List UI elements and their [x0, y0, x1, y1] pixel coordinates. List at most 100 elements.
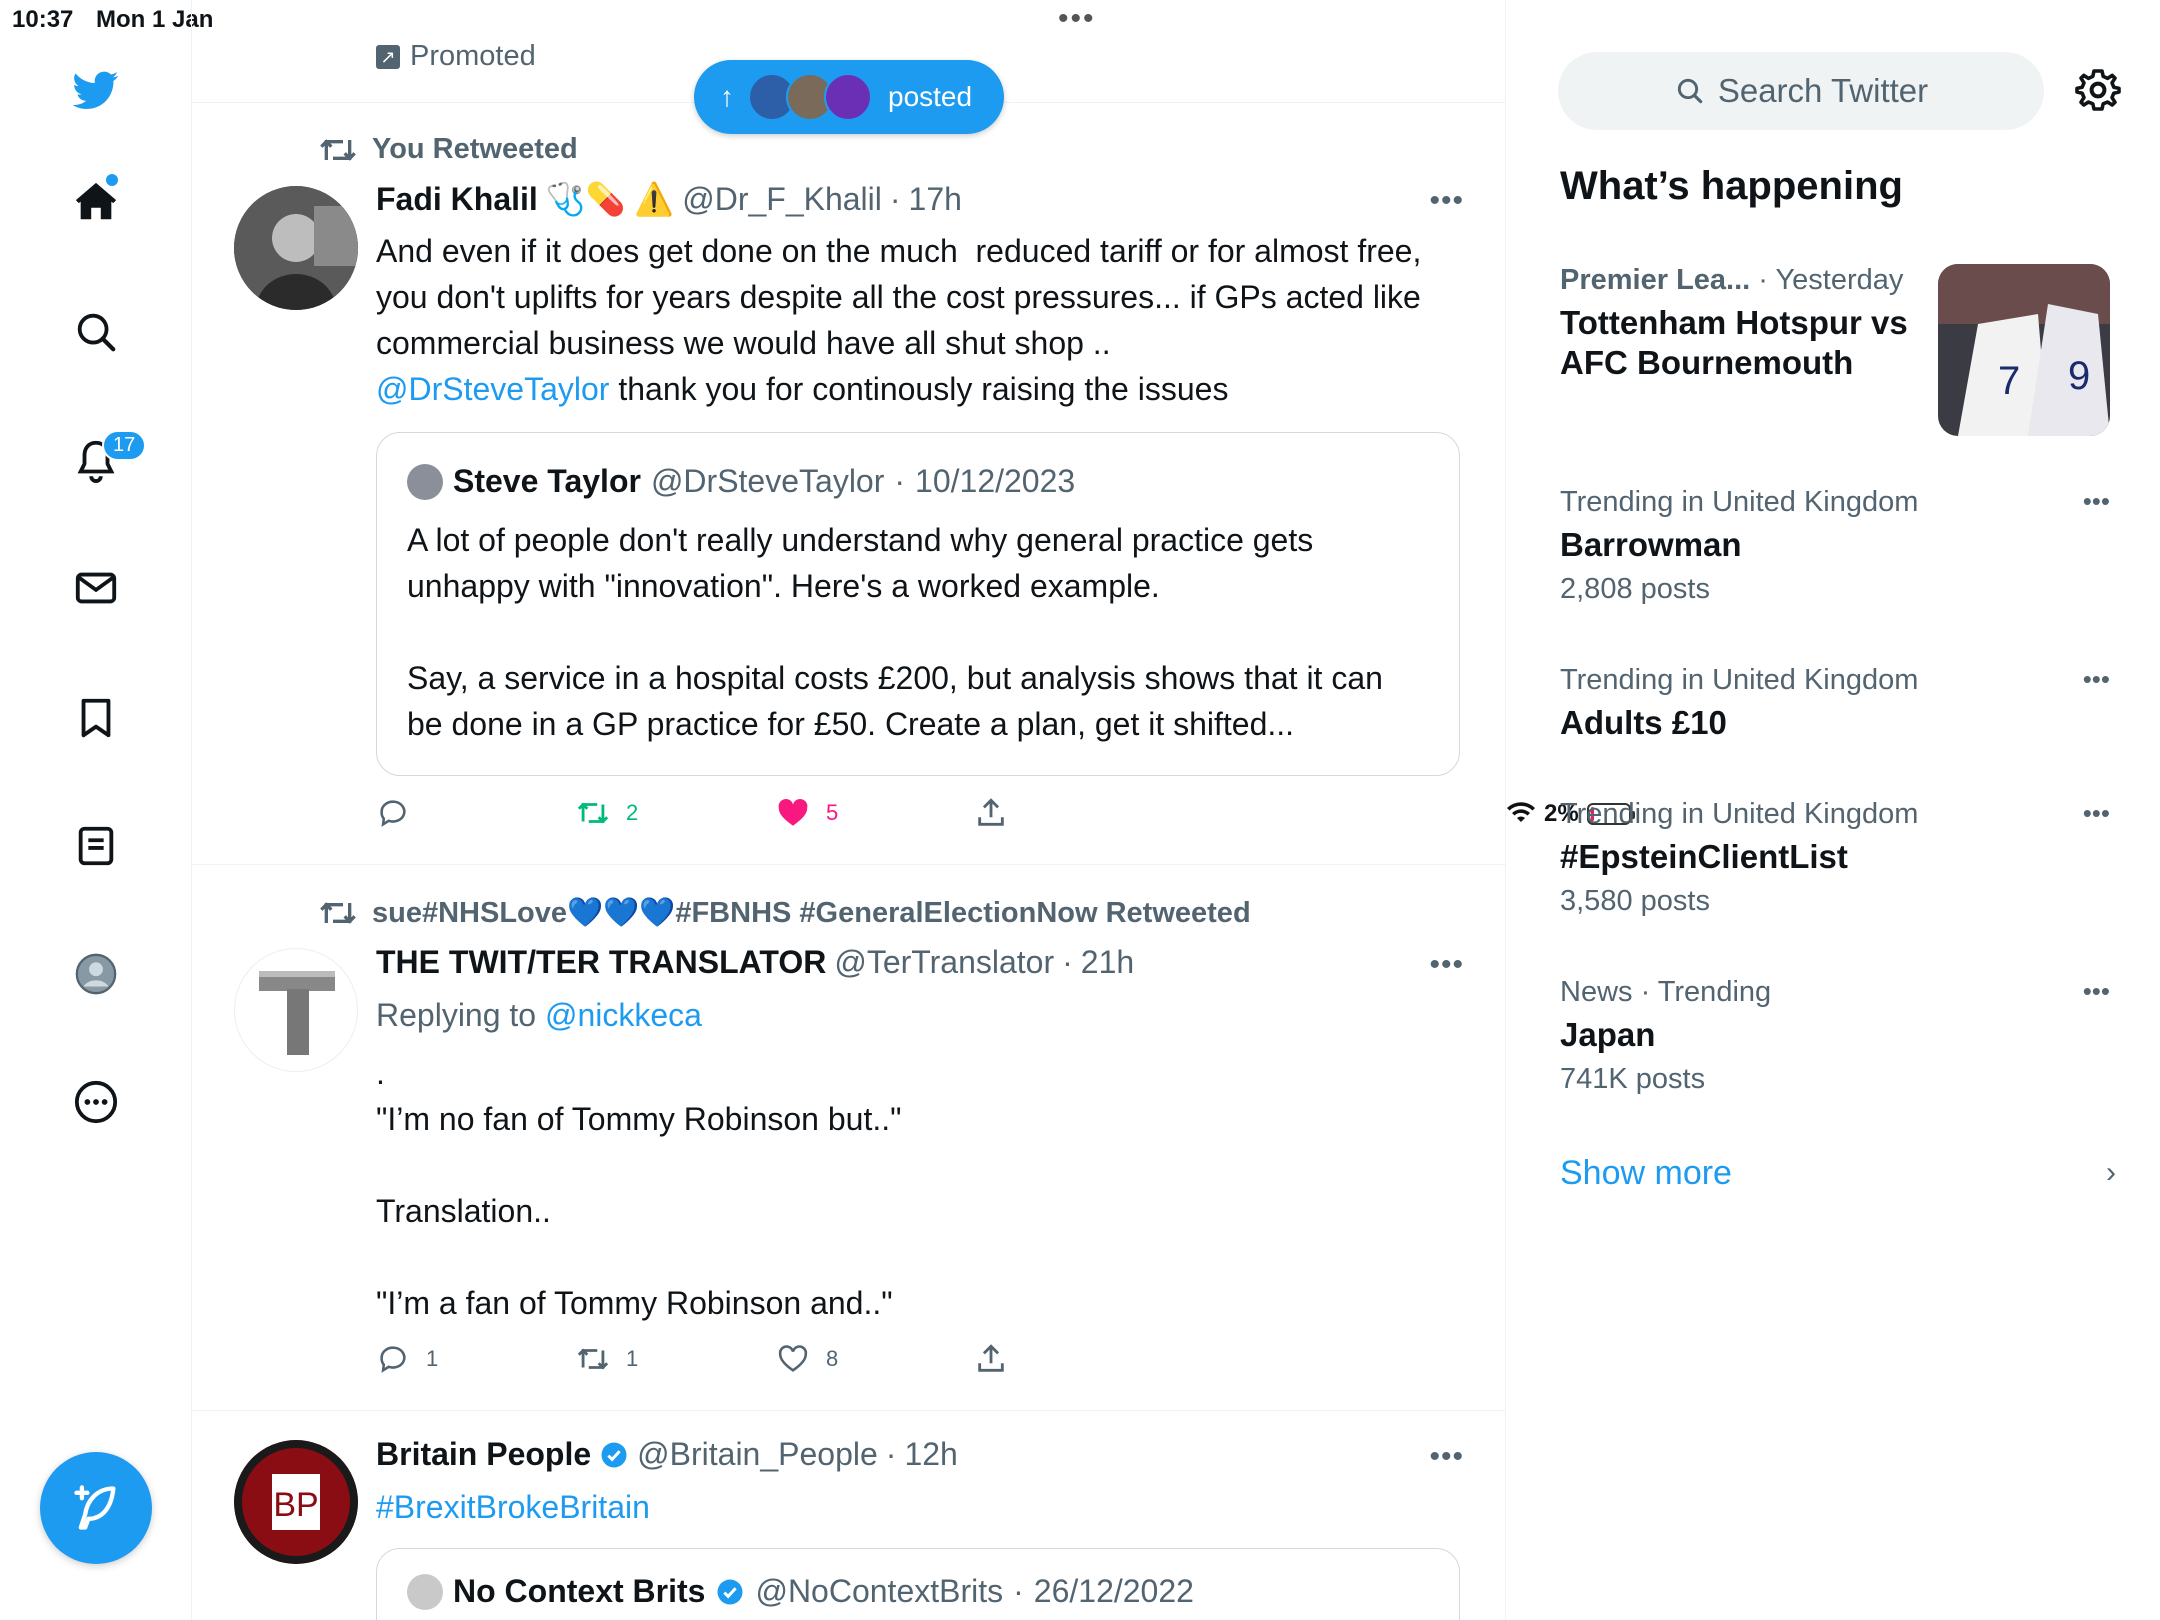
- divider: [192, 1410, 1505, 1411]
- trend-item[interactable]: Premier Lea... · Yesterday Tottenham Hot…: [1560, 264, 1930, 383]
- new-posts-pill[interactable]: ↑ posted: [694, 60, 1004, 134]
- show-more-link[interactable]: Show more: [1560, 1154, 1732, 1193]
- trend-title: Japan: [1560, 1016, 1656, 1053]
- tweet-more-icon[interactable]: •••: [1429, 184, 1464, 218]
- avatar-bp-logo: BP: [234, 1440, 358, 1564]
- tweet-text: And even if it does get done on the much…: [376, 233, 1422, 407]
- search-input[interactable]: Search Twitter: [1558, 52, 2044, 130]
- arrow-up-icon: ↑: [720, 81, 734, 112]
- reply-button[interactable]: 1: [376, 1342, 438, 1376]
- quoted-tweet[interactable]: No Context Brits @NoContextBrits · 26/12…: [376, 1548, 1460, 1620]
- quote-author-handle: @NoContextBrits: [755, 1573, 1004, 1609]
- tweet-header: THE TWIT/TER TRANSLATOR @TerTranslator ·…: [376, 944, 1135, 981]
- compose-tweet-button[interactable]: [40, 1452, 152, 1564]
- author-handle[interactable]: @Britain_People: [637, 1436, 878, 1473]
- quote-avatar: [407, 1573, 443, 1610]
- hashtag-link[interactable]: #BrexitBrokeBritain: [376, 1489, 650, 1525]
- quote-time: 26/12/2022: [1033, 1573, 1194, 1609]
- retweet-icon: [320, 902, 356, 924]
- trend-more-icon[interactable]: •••: [2083, 798, 2110, 829]
- tweet-actions: 1 1 8: [376, 1342, 1076, 1382]
- explore-icon[interactable]: [66, 302, 126, 362]
- notifications-badge: 17: [102, 430, 147, 461]
- pill-avatar-3: [824, 73, 872, 121]
- retweet-icon: [577, 802, 609, 824]
- trend-item[interactable]: Trending in United Kingdom Barrowman 2,8…: [1560, 486, 2120, 606]
- retweet-icon: [577, 1348, 609, 1370]
- avatar[interactable]: [234, 948, 358, 1072]
- mention-link[interactable]: @DrSteveTaylor: [376, 371, 609, 407]
- svg-text:BP: BP: [273, 1486, 318, 1524]
- svg-text:9: 9: [2068, 354, 2090, 398]
- avatar[interactable]: BP: [234, 1440, 358, 1564]
- trend-title: #EpsteinClientList: [1560, 838, 1848, 875]
- left-nav: 17: [0, 0, 192, 1620]
- like-button[interactable]: 8: [776, 1342, 838, 1376]
- tweet-header: Britain People @Britain_People · 12h: [376, 1436, 958, 1473]
- profile-avatar-icon[interactable]: [66, 944, 126, 1004]
- trend-more-icon[interactable]: •••: [2083, 664, 2110, 695]
- author-name[interactable]: Britain People: [376, 1436, 591, 1473]
- home-unread-dot: [106, 174, 118, 186]
- author-handle[interactable]: @Dr_F_Khalil: [682, 181, 882, 218]
- reply-button[interactable]: [376, 796, 426, 830]
- trend-item[interactable]: News · Trending Japan 741K posts •••: [1560, 976, 2120, 1096]
- quote-avatar: [407, 463, 443, 500]
- verified-badge-icon: [717, 1579, 743, 1604]
- trend-title: Adults £10: [1560, 704, 1727, 741]
- tweet-more-icon[interactable]: •••: [1429, 948, 1464, 982]
- trend-count: 3,580 posts: [1560, 885, 1710, 917]
- author-name[interactable]: Fadi Khalil: [376, 181, 538, 218]
- compose-feather-icon: [74, 1485, 116, 1530]
- tweet-text: . "I’m no fan of Tommy Robinson but.." T…: [376, 1055, 902, 1321]
- share-button[interactable]: [974, 796, 1008, 830]
- bookmarks-icon[interactable]: [66, 688, 126, 748]
- trend-more-icon[interactable]: •••: [2083, 486, 2110, 517]
- share-icon: [978, 1344, 1004, 1372]
- more-options-icon[interactable]: [66, 1072, 126, 1132]
- settings-gear-icon[interactable]: [2074, 66, 2122, 114]
- tweet-time[interactable]: 21h: [1081, 944, 1134, 981]
- reply-mention-link[interactable]: @nickkeca: [545, 997, 702, 1033]
- tweet-more-icon[interactable]: •••: [1429, 1440, 1464, 1474]
- retweet-icon: [320, 138, 356, 161]
- heart-filled-icon: [778, 798, 808, 826]
- share-button[interactable]: [974, 1342, 1008, 1376]
- quote-author-handle: @DrSteveTaylor: [650, 463, 885, 499]
- quoted-tweet[interactable]: Steve Taylor @DrSteveTaylor · 10/12/2023…: [376, 432, 1460, 776]
- trend-more-icon[interactable]: •••: [2083, 976, 2110, 1007]
- reply-icon: [380, 1346, 406, 1373]
- divider: [192, 864, 1505, 865]
- trend-category: Premier Lea...: [1560, 264, 1751, 296]
- retweet-button[interactable]: 1: [576, 1342, 638, 1376]
- share-icon: [978, 798, 1004, 826]
- trend-category: News · Trending: [1560, 976, 1772, 1008]
- avatar[interactable]: [234, 186, 358, 310]
- tweet-time[interactable]: 17h: [909, 181, 962, 218]
- retweet-button[interactable]: 2: [576, 796, 638, 830]
- trend-item[interactable]: Trending in United Kingdom Adults £10 ••…: [1560, 664, 2120, 743]
- quote-author-name: No Context Brits: [453, 1573, 706, 1609]
- search-icon: [1677, 78, 1703, 104]
- author-handle[interactable]: @TerTranslator: [834, 944, 1054, 981]
- timeline: ↗ Promoted ↑ posted You Retweeted Fadi K…: [192, 0, 1506, 1620]
- trend-thumbnail[interactable]: 79: [1938, 264, 2110, 436]
- tweet-text: #BrexitBrokeBritain: [376, 1484, 1456, 1530]
- trend-item[interactable]: Trending in United Kingdom #EpsteinClien…: [1560, 798, 2120, 918]
- tweet-time[interactable]: 12h: [904, 1436, 957, 1473]
- svg-text:7: 7: [1998, 359, 2020, 403]
- trend-time: Yesterday: [1775, 264, 1904, 296]
- twitter-logo-icon[interactable]: [66, 60, 126, 120]
- author-name[interactable]: THE TWIT/TER TRANSLATOR: [376, 944, 826, 981]
- retweet-context: You Retweeted: [318, 133, 578, 166]
- trend-category: Trending in United Kingdom: [1560, 486, 1919, 518]
- tweet-actions: 2 5: [376, 796, 1076, 836]
- heart-icon: [778, 1345, 808, 1372]
- quote-header: Steve Taylor @DrSteveTaylor · 10/12/2023: [407, 463, 1075, 500]
- like-button[interactable]: 5: [776, 796, 838, 830]
- quote-text: A lot of people don't really understand …: [407, 522, 1383, 742]
- quote-header: No Context Brits @NoContextBrits · 26/12…: [407, 1573, 1194, 1610]
- messages-envelope-icon[interactable]: [66, 558, 126, 618]
- lists-icon[interactable]: [66, 816, 126, 876]
- trend-count: 2,808 posts: [1560, 573, 1710, 605]
